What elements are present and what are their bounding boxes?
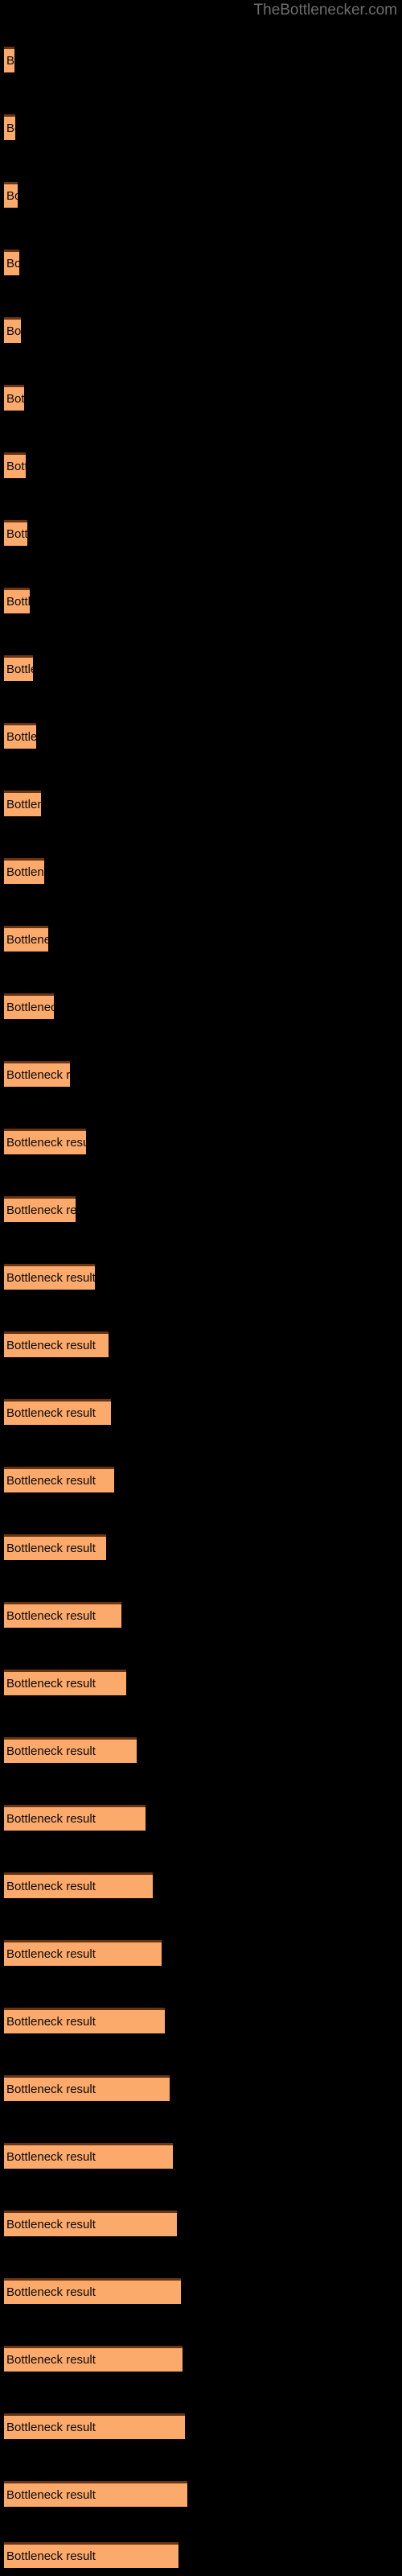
bar-label: Bottleneck result — [6, 2488, 96, 2502]
bar: Bottleneck result — [4, 114, 15, 140]
bar: Bottleneck result — [4, 1264, 95, 1290]
bar: Bottleneck result — [4, 520, 27, 546]
bar: Bottleneck result — [4, 452, 26, 478]
bar: Bottleneck result — [4, 1805, 146, 1831]
bar-label: Bottleneck result — [6, 1677, 96, 1690]
bar: Bottleneck result — [4, 1940, 162, 1966]
bar: Bottleneck result — [4, 2413, 185, 2439]
bar: Bottleneck result — [4, 2075, 170, 2101]
bar-label: Bottleneck result — [6, 933, 48, 947]
bar: Bottleneck result — [4, 2278, 181, 2304]
bar: Bottleneck result — [4, 1061, 70, 1087]
bar: Bottleneck result — [4, 1196, 76, 1222]
bar-label: Bottleneck result — [6, 1406, 96, 1420]
bar: Bottleneck result — [4, 1670, 126, 1695]
bar-label: Bottleneck result — [6, 392, 24, 406]
bar: Bottleneck result — [4, 588, 30, 613]
bar-label: Bottleneck result — [6, 527, 27, 541]
bar: Bottleneck result — [4, 1872, 153, 1898]
bar-label: Bottleneck result — [6, 2285, 96, 2299]
bar: Bottleneck result — [4, 926, 48, 952]
bar-label: Bottleneck result — [6, 2083, 96, 2096]
bar-label: Bottleneck result — [6, 1812, 96, 1826]
bar: Bottleneck result — [4, 2143, 173, 2169]
bar-label: Bottleneck result — [6, 2549, 96, 2563]
bar-label: Bottleneck result — [6, 865, 44, 879]
bar: Bottleneck result — [4, 2481, 187, 2507]
bar: Bottleneck result — [4, 317, 21, 343]
bar-label: Bottleneck result — [6, 730, 36, 744]
bar: Bottleneck result — [4, 2211, 177, 2236]
bar: Bottleneck result — [4, 723, 36, 749]
bar: Bottleneck result — [4, 1399, 111, 1425]
bar: Bottleneck result — [4, 47, 14, 72]
bar-label: Bottleneck result — [6, 460, 26, 473]
bar: Bottleneck result — [4, 1602, 121, 1628]
bar-label: Bottleneck result — [6, 1203, 76, 1217]
bar-label: Bottleneck result — [6, 1947, 96, 1961]
bar-label: Bottleneck result — [6, 257, 19, 270]
bar-label: Bottleneck result — [6, 1542, 96, 1555]
bar-label: Bottleneck result — [6, 1271, 95, 1285]
bar: Bottleneck result — [4, 2542, 178, 2568]
bar-label: Bottleneck result — [6, 595, 30, 609]
bar-label: Bottleneck result — [6, 1880, 96, 1893]
bar: Bottleneck result — [4, 2346, 183, 2372]
bar: Bottleneck result — [4, 1331, 109, 1357]
bar-label: Bottleneck result — [6, 2353, 96, 2367]
bar: Bottleneck result — [4, 250, 19, 275]
bar: Bottleneck result — [4, 385, 24, 411]
bar: Bottleneck result — [4, 993, 54, 1019]
bar: Bottleneck result — [4, 2008, 165, 2033]
bar-label: Bottleneck result — [6, 2421, 96, 2434]
bar: Bottleneck result — [4, 791, 41, 816]
bar-label: Bottleneck result — [6, 2015, 96, 2029]
bar-label: Bottleneck result — [6, 1068, 70, 1082]
bar-label: Bottleneck result — [6, 1339, 96, 1352]
bar-label: Bottleneck result — [6, 798, 41, 811]
bar-label: Bottleneck result — [6, 1744, 96, 1758]
bar: Bottleneck result — [4, 182, 18, 208]
bar-label: Bottleneck result — [6, 1001, 54, 1014]
bar: Bottleneck result — [4, 858, 44, 884]
bottleneck-bar-chart: Bottleneck result Bottleneck result Bottle… — [0, 0, 402, 2576]
bar-label: Bottleneck result — [6, 1136, 86, 1150]
bar: Bottleneck result — [4, 1467, 114, 1492]
bar-label: Bottleneck result — [6, 324, 21, 338]
bar: Bottleneck result — [4, 1737, 137, 1763]
bar-label: Bottleneck result — [6, 2150, 96, 2164]
bar-label: Bottleneck result — [6, 1609, 96, 1623]
bar: Bottleneck result — [4, 1129, 86, 1154]
bar-label: Bottleneck result — [6, 2218, 96, 2231]
bar: Bottleneck result — [4, 1534, 106, 1560]
bar: Bottleneck result — [4, 655, 33, 681]
bar-label: Bottleneck result — [6, 54, 14, 68]
bar-label: Bottleneck result — [6, 189, 18, 203]
bar-label: Bottleneck result — [6, 122, 15, 135]
bar-label: Bottleneck result — [6, 663, 33, 676]
bar-label: Bottleneck result — [6, 1474, 96, 1488]
